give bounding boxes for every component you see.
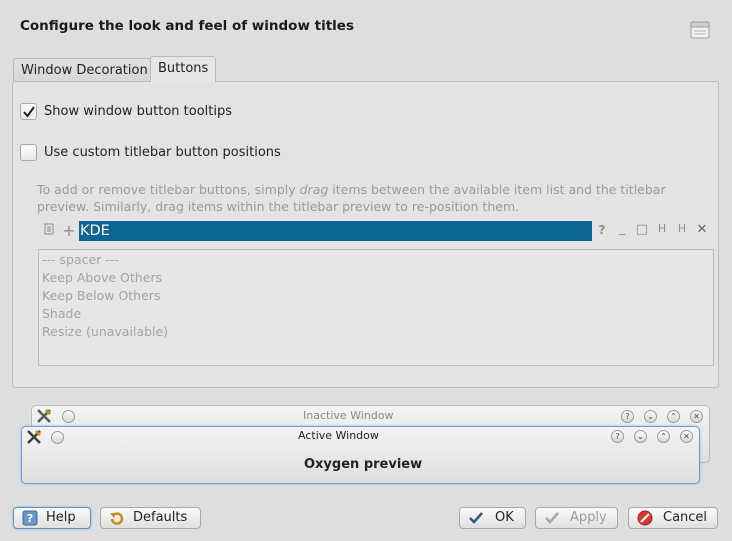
ok-button[interactable]: OK [459,507,526,529]
minimize-icon[interactable]: _ [614,221,630,236]
list-item[interactable]: Keep Below Others [42,288,160,303]
app-icon [26,429,42,449]
keep-above-icon[interactable]: H [654,222,670,235]
svg-text:?: ? [27,512,33,525]
maximize-circle-icon: ⌃ [667,410,680,423]
preview-body-text: Oxygen preview [304,457,423,472]
tab-buttons[interactable]: Buttons [150,56,217,82]
tooltips-checkbox[interactable] [20,103,37,120]
custom-positions-checkbox[interactable] [20,144,37,161]
close-circle-icon: ✕ [690,410,703,423]
close-icon[interactable]: ✕ [694,222,710,237]
custom-positions-label[interactable]: Use custom titlebar button positions [44,145,281,160]
apply-button-label: Apply [570,510,607,525]
apply-button[interactable]: Apply [535,507,618,529]
maximize-icon[interactable]: □ [634,222,650,237]
check-icon [468,510,484,526]
maximize-circle-icon: ⌃ [657,430,670,443]
keep-below-icon[interactable]: H [674,222,690,235]
window-icon [690,20,710,40]
cancel-button[interactable]: Cancel [628,507,718,529]
minimize-circle-icon: ⌄ [634,430,647,443]
titlebar-preview-label[interactable]: KDE [79,221,592,241]
list-item[interactable]: --- spacer --- [42,252,119,267]
plus-icon[interactable]: + [61,221,77,240]
help-button-label: Help [46,510,76,525]
drag-hint-text: To add or remove titlebar buttons, simpl… [37,182,666,214]
defaults-icon [109,510,125,526]
list-item[interactable]: Keep Above Others [42,270,162,285]
defaults-button-label: Defaults [133,510,188,525]
check-icon [544,510,560,526]
close-circle-icon: ✕ [680,430,693,443]
cancel-button-label: Cancel [663,510,708,525]
help-circle-icon: ? [611,430,624,443]
menu-circle-icon [51,431,64,444]
list-item[interactable]: Resize (unavailable) [42,324,168,339]
available-items-list[interactable]: --- spacer --- Keep Above Others Keep Be… [38,249,714,366]
dialog-title: Configure the look and feel of window ti… [20,18,354,34]
ok-button-label: OK [495,510,514,525]
defaults-button[interactable]: Defaults [100,507,201,529]
minimize-circle-icon: ⌄ [644,410,657,423]
app-icon [36,408,52,428]
menu-icon[interactable] [41,223,57,239]
tab-window-decoration[interactable]: Window Decoration [13,58,156,82]
help-button-icon[interactable]: ? [594,223,610,237]
inactive-window-title: Inactive Window [303,409,394,422]
tooltips-label[interactable]: Show window button tooltips [44,104,232,119]
help-icon: ? [22,510,38,526]
active-window-title: Active Window [298,429,379,442]
cancel-icon [637,510,653,526]
menu-circle-icon [62,410,75,423]
list-item[interactable]: Shade [42,306,81,321]
help-circle-icon: ? [621,410,634,423]
checkmark-icon [23,106,35,118]
help-button[interactable]: ? Help [13,507,91,529]
